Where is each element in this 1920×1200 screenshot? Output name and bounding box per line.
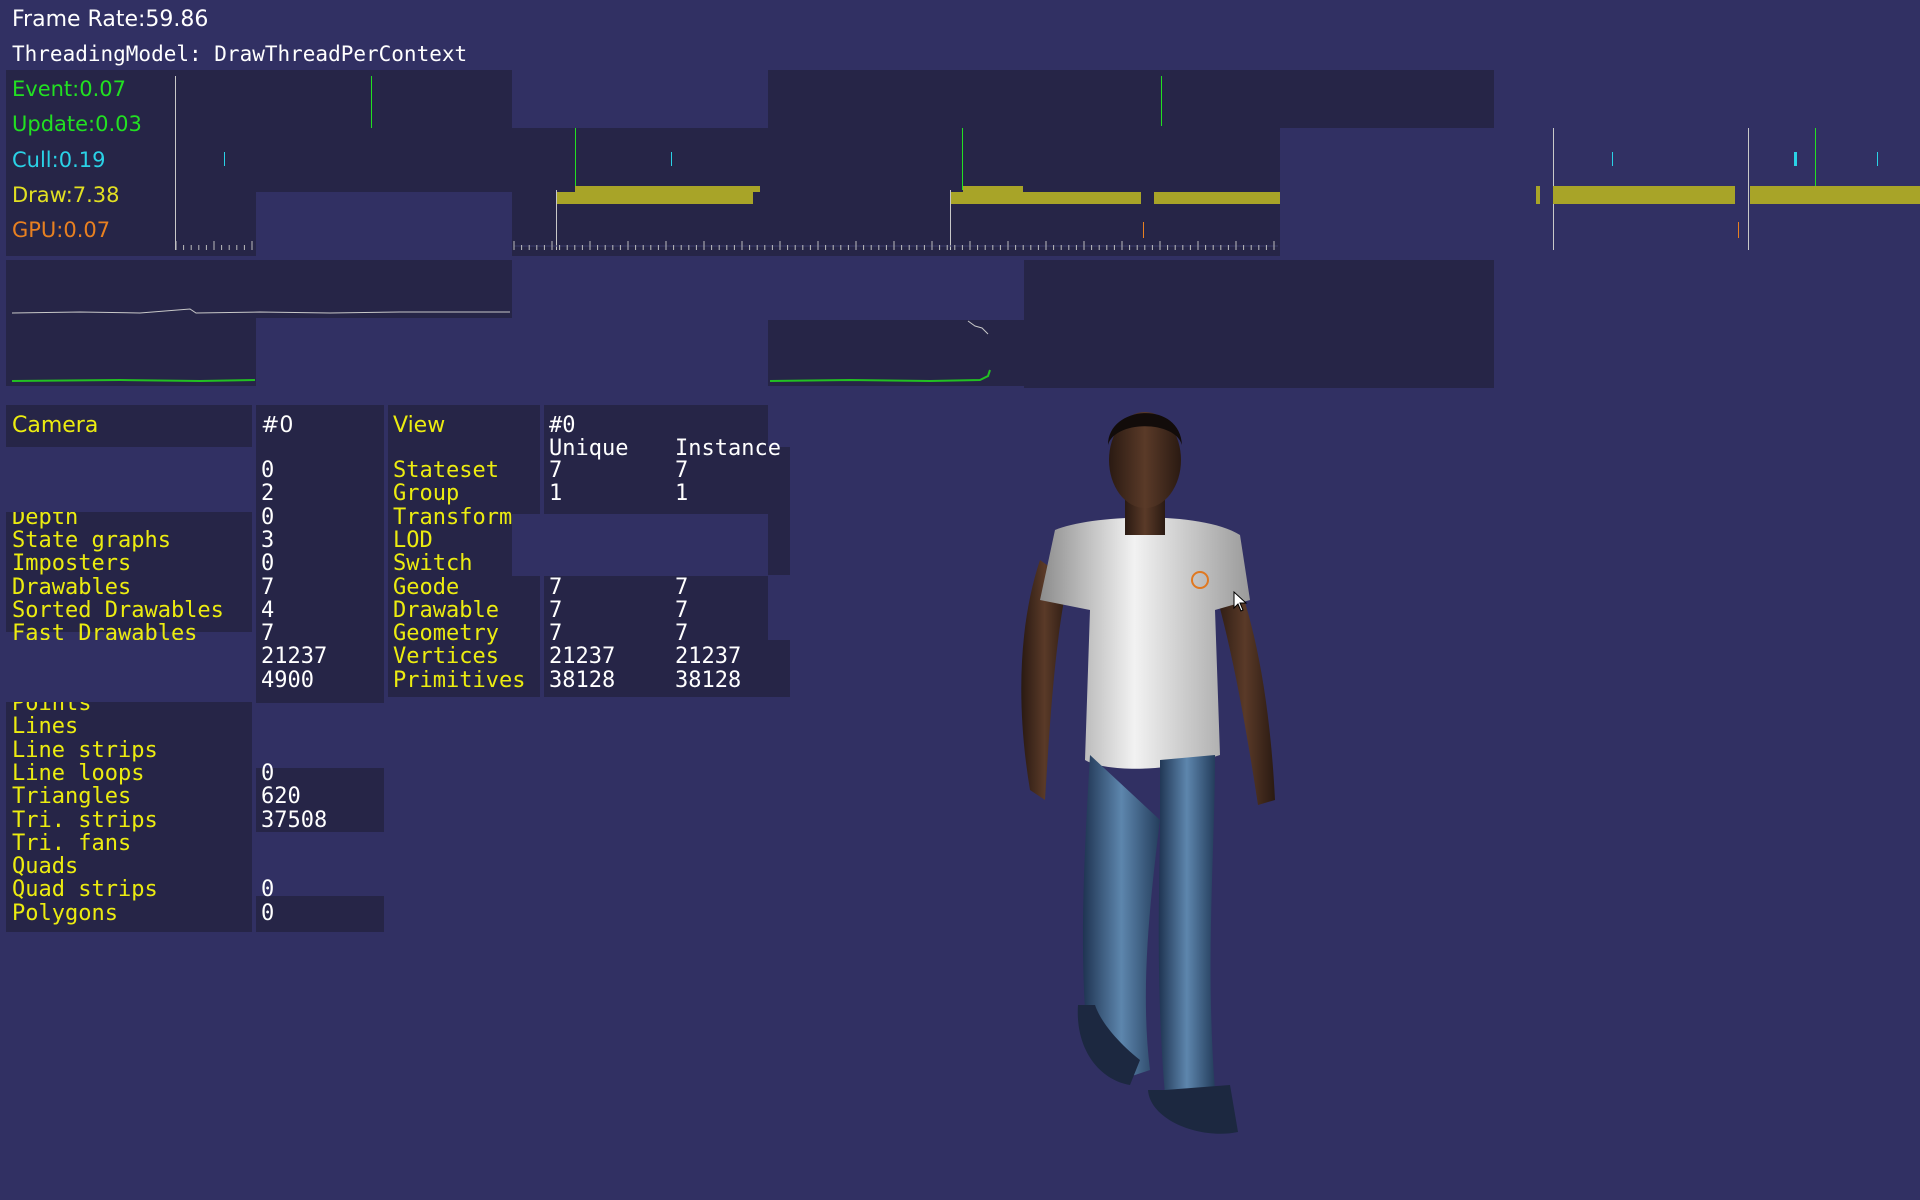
view-header-label: View <box>393 413 446 438</box>
view-stat-unique: 21237 <box>549 644 616 670</box>
camera-stat-label: Tri. fans <box>12 830 132 856</box>
view-stat-label: Primitives <box>393 667 526 693</box>
view-stat-label: Vertices <box>393 644 499 670</box>
view-stat-unique: 7 <box>549 621 563 647</box>
view-stat-label: Switch <box>393 551 473 577</box>
view-stat-instanced: 7 <box>675 621 689 647</box>
camera-header-value: #0 <box>261 413 294 438</box>
view-stat-unique: 38128 <box>549 667 616 693</box>
view-header-value: #0 <box>549 413 576 438</box>
view-stat-unique: 7 <box>549 458 563 483</box>
view-col-unique: Unique <box>549 436 629 461</box>
camera-occluded-area <box>0 448 250 512</box>
view-stat-instanced: 1 <box>675 481 689 507</box>
view-stat-instanced: 7 <box>675 458 689 483</box>
view-stat-instanced: 21237 <box>675 644 742 670</box>
view-stat-instanced: 7 <box>675 574 689 600</box>
view-occluded-area <box>512 514 768 576</box>
camera-stat-label: Line strips <box>12 737 158 763</box>
view-stat-instanced: 38128 <box>675 667 742 693</box>
camera-stat-value: 620 <box>261 784 301 810</box>
view-stat-label: Stateset <box>393 458 499 483</box>
view-stat-unique: 1 <box>549 481 563 507</box>
view-stat-label: Group <box>393 481 460 507</box>
camera-stat-label: Quads <box>12 854 79 880</box>
view-stat-label: Transform <box>393 504 513 530</box>
camera-stat-label: Quad strips <box>12 877 158 903</box>
camera-stat-label: Tri. strips <box>12 807 158 833</box>
camera-stat-label: Line loops <box>12 760 145 786</box>
camera-stat-label: Triangles <box>12 784 132 810</box>
view-col-instanced: Instance <box>675 436 781 461</box>
mouse-cursor-icon <box>1233 590 1248 612</box>
camera-stat-value: 0 <box>261 877 275 903</box>
camera-stat-label: Lines <box>12 714 79 740</box>
camera-header-label: Camera <box>12 413 99 438</box>
history-lines <box>11 308 991 383</box>
character-model <box>1021 412 1275 1134</box>
camera-stat-value: 0 <box>261 760 275 786</box>
camera-occluded-area <box>0 640 256 702</box>
view-stat-unique: 7 <box>549 574 563 600</box>
view-stat-label: Geode <box>393 574 460 600</box>
camera-stat-value: 0 <box>261 900 275 926</box>
view-stat-label: LOD <box>393 527 433 553</box>
view-stat-unique: 7 <box>549 597 563 623</box>
view-stat-instanced: 7 <box>675 597 689 623</box>
camera-stat-value: 37508 <box>261 807 328 833</box>
view-stat-label: Geometry <box>393 621 499 647</box>
camera-stat-label: Polygons <box>12 900 118 926</box>
view-stat-label: Drawable <box>393 597 499 623</box>
